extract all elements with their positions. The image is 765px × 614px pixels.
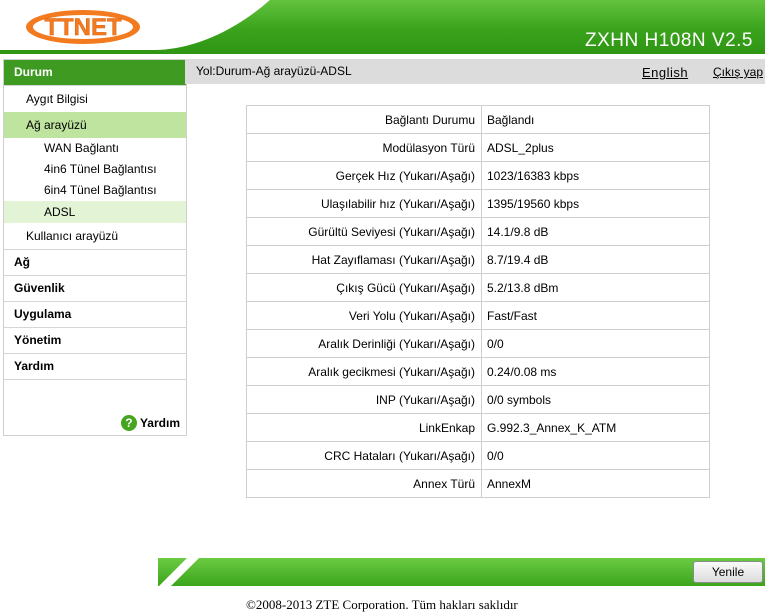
table-row: CRC Hataları (Yukarı/Aşağı) 0/0 [246, 441, 710, 470]
help-link[interactable]: ? Yardım [120, 415, 180, 431]
sidebar-item-6in4-tunel[interactable]: 6in4 Tünel Bağlantısı [4, 180, 186, 201]
row-label: Aralık Derinliği (Yukarı/Aşağı) [246, 329, 482, 358]
sidebar-item-wan-baglanti[interactable]: WAN Bağlantı [4, 138, 186, 159]
table-row: LinkEnkap G.992.3_Annex_K_ATM [246, 413, 710, 442]
row-value: 14.1/9.8 dB [481, 217, 710, 246]
sidebar-item-ag-arayuzu[interactable]: Ağ arayüzü [4, 112, 186, 138]
sidebar-item-adsl[interactable]: ADSL [4, 201, 186, 223]
table-row: Gerçek Hız (Yukarı/Aşağı) 1023/16383 kbps [246, 161, 710, 190]
adsl-info-table: Bağlantı Durumu Bağlandı Modülasyon Türü AD… [246, 105, 710, 498]
table-row: Bağlantı Durumu Bağlandı [246, 105, 710, 134]
logout-link[interactable]: Çıkış yap [713, 65, 763, 79]
copyright-text: ©2008-2013 ZTE Corporation. Tüm hakları … [246, 597, 518, 612]
table-row: Ulaşılabilir hız (Yukarı/Aşağı) 1395/1956… [246, 189, 710, 218]
row-value: AnnexM [481, 469, 710, 498]
table-row: Çıkış Gücü (Yukarı/Aşağı) 5.2/13.8 dBm [246, 273, 710, 302]
row-label: Annex Türü [246, 469, 482, 498]
model-name: ZXHN H108N V2.5 [584, 30, 753, 51]
row-value: G.992.3_Annex_K_ATM [481, 413, 710, 442]
breadcrumb: Yol:Durum-Ağ arayüzü-ADSL [196, 64, 352, 78]
breadcrumb-bar: Yol:Durum-Ağ arayüzü-ADSL English Çıkış … [185, 59, 765, 84]
row-value: 0/0 symbols [481, 385, 710, 414]
row-value: 8.7/19.4 dB [481, 245, 710, 274]
help-icon: ? [120, 415, 137, 431]
header-banner: TTNET ZXHN H108N V2.5 [0, 0, 765, 54]
sidebar-item-uygulama[interactable]: Uygulama [4, 302, 186, 328]
sidebar-item-guvenlik[interactable]: Güvenlik [4, 276, 186, 302]
table-row: Aralık gecikmesi (Yukarı/Aşağı) 0.24/0.08… [246, 357, 710, 386]
row-value: 1395/19560 kbps [481, 189, 710, 218]
sidebar: Durum Aygıt Bilgisi Ağ arayüzü WAN Bağla… [3, 59, 187, 436]
row-label: Gürültü Seviyesi (Yukarı/Aşağı) [246, 217, 482, 246]
row-label: Aralık gecikmesi (Yukarı/Aşağı) [246, 357, 482, 386]
refresh-button[interactable]: Yenile [693, 561, 763, 583]
logo-text: TTNET [44, 14, 122, 41]
row-value: 0.24/0.08 ms [481, 357, 710, 386]
table-row: Veri Yolu (Yukarı/Aşağı) Fast/Fast [246, 301, 710, 330]
table-row: Annex Türü AnnexM [246, 469, 710, 498]
sidebar-item-kullanici-arayuzu[interactable]: Kullanıcı arayüzü [4, 223, 186, 250]
row-value: 1023/16383 kbps [481, 161, 710, 190]
row-label: Modülasyon Türü [246, 133, 482, 162]
row-value: Fast/Fast [481, 301, 710, 330]
row-label: Gerçek Hız (Yukarı/Aşağı) [246, 161, 482, 190]
row-label: Çıkış Gücü (Yukarı/Aşağı) [246, 273, 482, 302]
sidebar-item-yardim[interactable]: Yardım [4, 354, 186, 380]
sidebar-item-ag[interactable]: Ağ [4, 250, 186, 276]
row-label: CRC Hataları (Yukarı/Aşağı) [246, 441, 482, 470]
ttnet-logo: TTNET [26, 10, 140, 44]
row-label: INP (Yukarı/Aşağı) [246, 385, 482, 414]
row-label: Ulaşılabilir hız (Yukarı/Aşağı) [246, 189, 482, 218]
english-language-link[interactable]: English [642, 65, 688, 80]
footer-bar [158, 558, 765, 586]
row-value: Bağlandı [481, 105, 710, 134]
table-row: Aralık Derinliği (Yukarı/Aşağı) 0/0 [246, 329, 710, 358]
table-row: Hat Zayıflaması (Yukarı/Aşağı) 8.7/19.4 d… [246, 245, 710, 274]
help-label: Yardım [139, 416, 180, 430]
row-value: 0/0 [481, 329, 710, 358]
row-value: 5.2/13.8 dBm [481, 273, 710, 302]
row-value: ADSL_2plus [481, 133, 710, 162]
row-value: 0/0 [481, 441, 710, 470]
row-label: Bağlantı Durumu [246, 105, 482, 134]
row-label: Veri Yolu (Yukarı/Aşağı) [246, 301, 482, 330]
table-row: INP (Yukarı/Aşağı) 0/0 symbols [246, 385, 710, 414]
sidebar-item-4in6-tunel[interactable]: 4in6 Tünel Bağlantısı [4, 159, 186, 180]
row-label: LinkEnkap [246, 413, 482, 442]
row-label: Hat Zayıflaması (Yukarı/Aşağı) [246, 245, 482, 274]
table-row: Gürültü Seviyesi (Yukarı/Aşağı) 14.1/9.8 … [246, 217, 710, 246]
footer-stripe [158, 558, 204, 586]
sidebar-item-yonetim[interactable]: Yönetim [4, 328, 186, 354]
sidebar-item-aygit-bilgisi[interactable]: Aygıt Bilgisi [4, 86, 186, 112]
sidebar-item-durum[interactable]: Durum [4, 60, 186, 86]
table-row: Modülasyon Türü ADSL_2plus [246, 133, 710, 162]
